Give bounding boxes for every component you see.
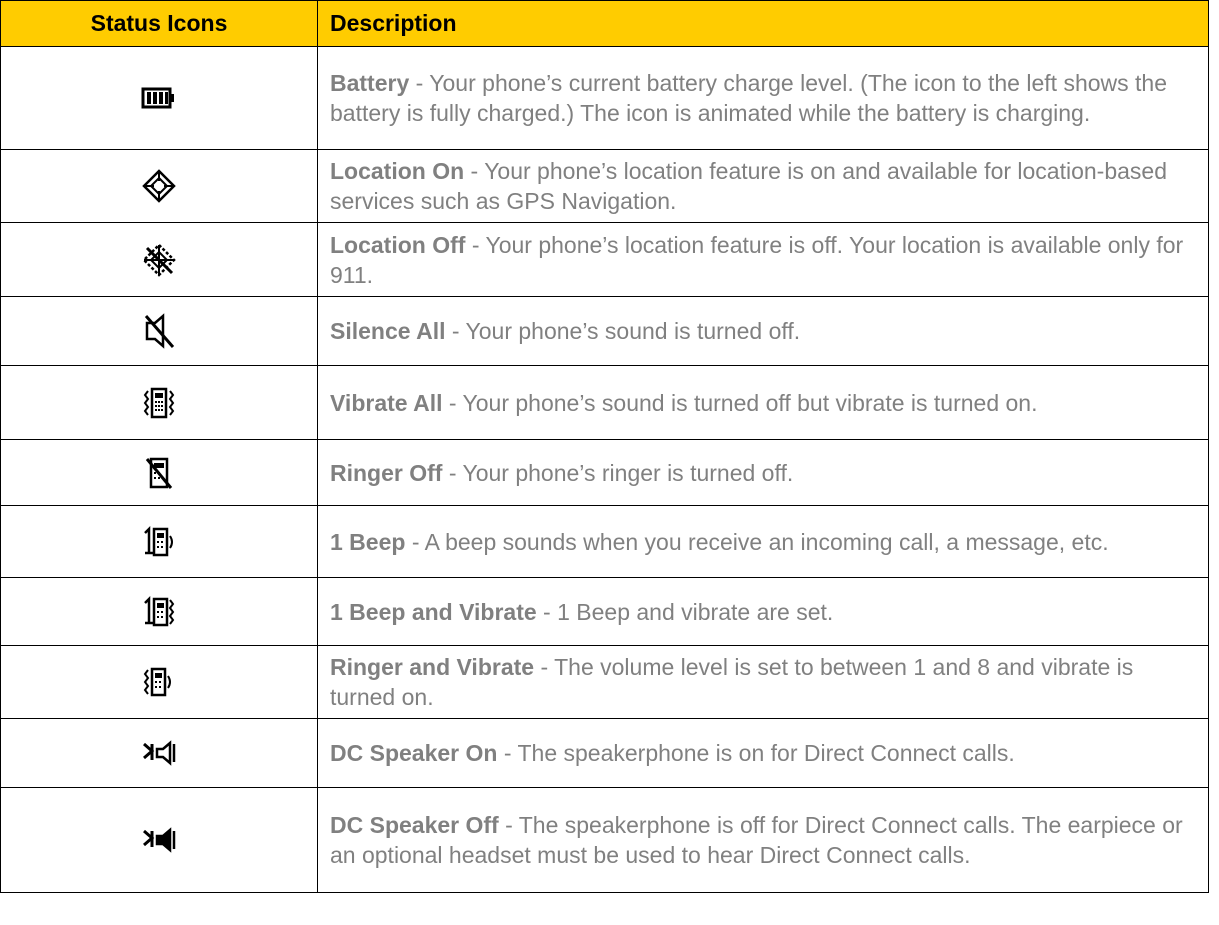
table-header-row: Status Icons Description xyxy=(0,0,1209,47)
one-beep-icon xyxy=(142,525,176,559)
row-description: 1 Beep - A beep sounds when you receive … xyxy=(317,505,1209,578)
row-text: - Your phone’s current battery charge le… xyxy=(330,70,1167,126)
ringer-vibrate-icon xyxy=(142,665,176,699)
row-description: 1 Beep and Vibrate - 1 Beep and vibrate … xyxy=(317,577,1209,646)
dc-speaker-off-icon xyxy=(141,827,177,853)
vibrate-all-icon xyxy=(142,386,176,420)
row-term: Vibrate All xyxy=(330,389,443,416)
table-row: Ringer Off - Your phone’s ringer is turn… xyxy=(0,439,1209,506)
location-off-icon xyxy=(142,242,176,277)
table-row: Vibrate All - Your phone’s sound is turn… xyxy=(0,365,1209,440)
row-term: 1 Beep xyxy=(330,528,406,555)
row-term: DC Speaker On xyxy=(330,740,498,766)
row-term: Silence All xyxy=(330,318,446,344)
row-description: Ringer and Vibrate - The volume level is… xyxy=(317,645,1209,719)
row-term: Location On xyxy=(330,158,465,184)
table-row: Battery - Your phone’s current battery c… xyxy=(0,46,1209,150)
row-term: DC Speaker Off xyxy=(330,812,499,838)
row-description: Silence All - Your phone’s sound is turn… xyxy=(317,296,1209,366)
row-text: - 1 Beep and vibrate are set. xyxy=(536,598,834,625)
row-description: Ringer Off - Your phone’s ringer is turn… xyxy=(317,439,1209,506)
row-description: Location On - Your phone’s location feat… xyxy=(317,149,1209,223)
row-term: 1 Beep and Vibrate xyxy=(330,598,537,625)
row-description: Location Off - Your phone’s location fea… xyxy=(317,222,1209,297)
column-header-status-icons: Status Icons xyxy=(0,0,318,47)
one-beep-vibrate-icon xyxy=(142,595,176,629)
row-description: DC Speaker Off - The speakerphone is off… xyxy=(317,787,1209,893)
table-row: Ringer and Vibrate - The volume level is… xyxy=(0,645,1209,719)
row-term: Battery xyxy=(330,70,410,96)
row-text: - Your phone’s ringer is turned off. xyxy=(442,459,794,486)
table-row: 1 Beep and Vibrate - 1 Beep and vibrate … xyxy=(0,577,1209,646)
row-text: - Your phone’s sound is turned off but v… xyxy=(442,389,1038,416)
dc-speaker-on-icon xyxy=(141,740,177,766)
ringer-off-icon xyxy=(145,456,173,490)
column-header-description: Description xyxy=(317,0,1209,47)
row-description: Battery - Your phone’s current battery c… xyxy=(317,46,1209,150)
row-text: - The speakerphone is on for Direct Conn… xyxy=(497,740,1015,766)
status-icons-table: Status Icons Description Battery - Your … xyxy=(0,0,1209,893)
table-row: DC Speaker On - The speakerphone is on f… xyxy=(0,718,1209,788)
row-description: DC Speaker On - The speakerphone is on f… xyxy=(317,718,1209,788)
table-row: 1 Beep - A beep sounds when you receive … xyxy=(0,505,1209,578)
table-row: Silence All - Your phone’s sound is turn… xyxy=(0,296,1209,366)
battery-full-icon xyxy=(141,87,177,109)
row-text: - Your phone’s sound is turned off. xyxy=(445,318,801,344)
row-description: Vibrate All - Your phone’s sound is turn… xyxy=(317,365,1209,440)
table-row: Location Off - Your phone’s location fea… xyxy=(0,222,1209,297)
location-on-icon xyxy=(142,169,176,203)
row-text: - A beep sounds when you receive an inco… xyxy=(405,528,1109,555)
row-term: Location Off xyxy=(330,231,466,258)
table-row: DC Speaker Off - The speakerphone is off… xyxy=(0,787,1209,893)
row-term: Ringer Off xyxy=(330,459,443,486)
table-row: Location On - Your phone’s location feat… xyxy=(0,149,1209,223)
row-term: Ringer and Vibrate xyxy=(330,654,535,680)
silence-all-icon xyxy=(143,313,175,349)
